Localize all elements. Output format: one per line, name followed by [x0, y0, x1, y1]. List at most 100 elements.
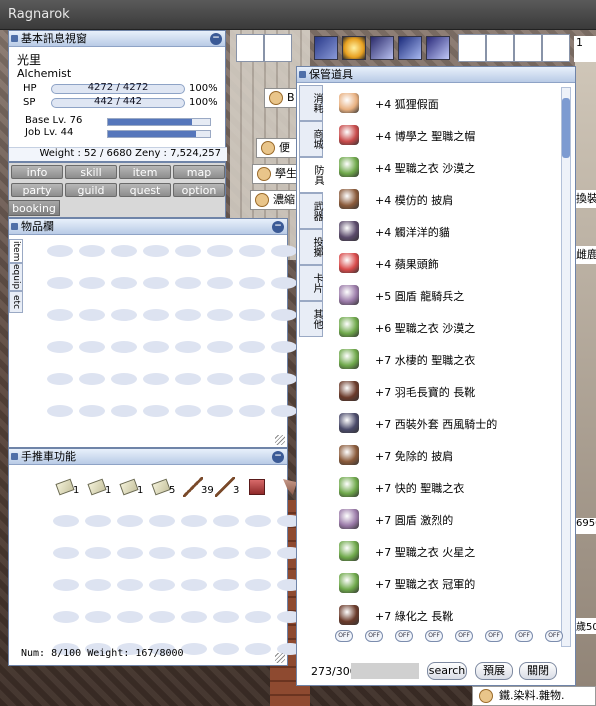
- storage-item[interactable]: +5 圓盾 龍騎兵之: [327, 279, 567, 311]
- hotbar-page[interactable]: 1: [574, 36, 596, 62]
- off-toggle[interactable]: OFF: [425, 630, 443, 642]
- storage-item[interactable]: +7 免除的 披肩: [327, 439, 567, 471]
- inventory-slot[interactable]: [79, 373, 105, 385]
- inventory-slot[interactable]: [47, 373, 73, 385]
- storage-tab[interactable]: 防具: [299, 157, 323, 193]
- inventory-slot[interactable]: [271, 373, 297, 385]
- storage-tab[interactable]: 商城: [299, 121, 323, 157]
- booking-button[interactable]: booking: [8, 200, 60, 216]
- inventory-slot[interactable]: [175, 373, 201, 385]
- minimize-icon[interactable]: −: [210, 33, 222, 45]
- cart-slot[interactable]: [85, 547, 111, 559]
- inventory-slot[interactable]: [111, 309, 137, 321]
- resize-handle[interactable]: [275, 435, 285, 445]
- inventory-slot[interactable]: [47, 245, 73, 257]
- close-button[interactable]: 關閉: [519, 662, 557, 680]
- cart-slot[interactable]: [149, 547, 175, 559]
- cart-slot[interactable]: [117, 515, 143, 527]
- inventory-slot[interactable]: [79, 277, 105, 289]
- cart-slot[interactable]: [117, 547, 143, 559]
- right-label[interactable]: 雌鹿: [576, 246, 596, 264]
- skill-icon[interactable]: [370, 36, 394, 60]
- storage-item[interactable]: +7 快的 聖職之衣: [327, 471, 567, 503]
- cart-item[interactable]: 1: [119, 477, 143, 499]
- storage-tab[interactable]: 消耗: [299, 85, 323, 121]
- inventory-slot[interactable]: [239, 373, 265, 385]
- info-button[interactable]: info: [11, 165, 63, 179]
- storage-tab[interactable]: 武器: [299, 193, 323, 229]
- hotbar-slot[interactable]: [542, 34, 570, 62]
- inventory-slot[interactable]: [271, 341, 297, 353]
- storage-item[interactable]: +4 博學之 聖職之帽: [327, 119, 567, 151]
- storage-tab[interactable]: 卡片: [299, 265, 323, 301]
- inventory-slot[interactable]: [239, 277, 265, 289]
- cart-slot[interactable]: [213, 611, 239, 623]
- inventory-slot[interactable]: [79, 405, 105, 417]
- bottom-tooltip[interactable]: 鐵.染料.雜物.: [472, 686, 596, 706]
- minimize-icon[interactable]: −: [272, 451, 284, 463]
- inventory-slot[interactable]: [175, 245, 201, 257]
- inventory-slot[interactable]: [175, 405, 201, 417]
- cart-slot[interactable]: [245, 611, 271, 623]
- inventory-slot[interactable]: [271, 309, 297, 321]
- inventory-slot[interactable]: [143, 245, 169, 257]
- storage-item[interactable]: +4 狐狸假面: [327, 87, 567, 119]
- hotbar-slot[interactable]: [486, 34, 514, 62]
- basic-info-titlebar[interactable]: 基本訊息視窗 −: [9, 31, 225, 47]
- inventory-slot[interactable]: [239, 341, 265, 353]
- inventory-slot[interactable]: [175, 309, 201, 321]
- inventory-slot[interactable]: [111, 245, 137, 257]
- inventory-slot[interactable]: [207, 405, 233, 417]
- inventory-slot[interactable]: [239, 309, 265, 321]
- inventory-slot[interactable]: [239, 405, 265, 417]
- minimize-icon[interactable]: −: [272, 221, 284, 233]
- cart-item[interactable]: 1: [87, 477, 111, 499]
- cart-item[interactable]: 39: [183, 477, 214, 499]
- inventory-slot[interactable]: [143, 373, 169, 385]
- cart-slot[interactable]: [149, 579, 175, 591]
- inventory-slot[interactable]: [175, 341, 201, 353]
- storage-item[interactable]: +6 聖職之衣 沙漠之: [327, 311, 567, 343]
- inventory-slot[interactable]: [175, 277, 201, 289]
- inventory-slot[interactable]: [207, 341, 233, 353]
- option-button[interactable]: option: [173, 183, 225, 197]
- inventory-slot[interactable]: [111, 373, 137, 385]
- cart-slot[interactable]: [85, 611, 111, 623]
- storage-item[interactable]: +7 聖職之衣 火星之: [327, 535, 567, 567]
- cart-slot[interactable]: [117, 579, 143, 591]
- cart-titlebar[interactable]: 手推車功能 −: [9, 449, 287, 465]
- inventory-slot[interactable]: [111, 341, 137, 353]
- hotbar-slot[interactable]: [264, 34, 292, 62]
- tab-equip[interactable]: equip: [9, 263, 23, 291]
- storage-titlebar[interactable]: 保管道具: [297, 67, 575, 83]
- cart-slot[interactable]: [53, 547, 79, 559]
- off-toggle[interactable]: OFF: [335, 630, 353, 642]
- inventory-slot[interactable]: [111, 277, 137, 289]
- party-button[interactable]: party: [11, 183, 63, 197]
- inventory-slot[interactable]: [207, 309, 233, 321]
- off-toggle[interactable]: OFF: [515, 630, 533, 642]
- search-input[interactable]: [351, 663, 419, 679]
- cart-slot[interactable]: [181, 611, 207, 623]
- tab-etc[interactable]: etc: [9, 291, 23, 313]
- cart-slot[interactable]: [53, 611, 79, 623]
- inventory-slot[interactable]: [79, 245, 105, 257]
- inventory-slot[interactable]: [239, 245, 265, 257]
- cart-slot[interactable]: [213, 579, 239, 591]
- storage-item[interactable]: +4 聖職之衣 沙漠之: [327, 151, 567, 183]
- storage-item[interactable]: +4 觸洋洋的貓: [327, 215, 567, 247]
- cart-slot[interactable]: [213, 547, 239, 559]
- inventory-slot[interactable]: [271, 245, 297, 257]
- cart-slot[interactable]: [213, 643, 239, 655]
- skill-button[interactable]: skill: [65, 165, 117, 179]
- storage-tab[interactable]: 投擲: [299, 229, 323, 265]
- inventory-slot[interactable]: [111, 405, 137, 417]
- storage-item[interactable]: +7 西裝外套 西風騎士的: [327, 407, 567, 439]
- search-button[interactable]: search: [427, 662, 467, 680]
- inventory-titlebar[interactable]: 物品欄 −: [9, 219, 287, 235]
- cart-slot[interactable]: [53, 579, 79, 591]
- cart-slot[interactable]: [181, 643, 207, 655]
- cart-item[interactable]: 1: [55, 477, 79, 499]
- guild-button[interactable]: guild: [65, 183, 117, 197]
- side-button[interactable]: 便: [256, 138, 300, 158]
